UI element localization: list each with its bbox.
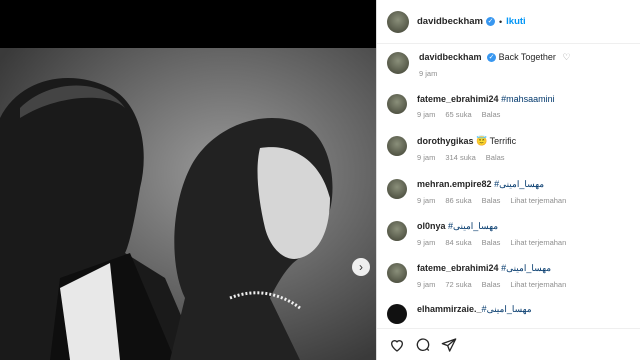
comment-username[interactable]: ol0nya <box>417 221 446 231</box>
reply-button[interactable]: Balas <box>482 238 501 247</box>
comment-icon[interactable] <box>413 335 433 355</box>
comment-likes[interactable]: 314 suka <box>445 153 475 162</box>
comment-text: 😇 Terrific <box>476 136 517 146</box>
heart-icon[interactable] <box>387 335 407 355</box>
caption-time: 9 jam <box>419 69 438 78</box>
avatar[interactable] <box>387 94 407 114</box>
comment-item: mehran.empire82 #مهسا_امینی 9 jam 86 suka… <box>387 179 576 205</box>
comment-item: fateme_ebrahimi24 #مهسا_امینی 9 jam 72 su… <box>387 263 576 289</box>
reply-button[interactable]: Balas <box>482 110 501 119</box>
verified-icon: ✓ <box>487 53 497 63</box>
comment-text[interactable]: #mahsaamini <box>501 94 555 104</box>
share-icon[interactable] <box>439 335 459 355</box>
comment-likes[interactable]: 84 suka <box>445 238 471 247</box>
comment-time: 9 jam <box>417 153 436 162</box>
comment-time: 9 jam <box>417 110 436 119</box>
post-actions-bar <box>377 328 640 360</box>
comment-username[interactable]: dorothygikas <box>417 136 474 146</box>
avatar[interactable] <box>387 179 407 199</box>
comment-likes[interactable]: 72 suka <box>445 280 471 289</box>
avatar[interactable] <box>387 136 407 156</box>
heart-icon[interactable]: ♡ <box>562 52 570 62</box>
comment-text[interactable]: #مهسا_امینی <box>448 221 498 231</box>
next-media-button[interactable]: › <box>352 258 370 276</box>
comment-text[interactable]: #مهسا_امینی <box>494 179 544 189</box>
follow-button[interactable]: Ikuti <box>506 16 526 27</box>
comment-text[interactable]: #مهسا_امینی <box>482 304 532 314</box>
post-photo[interactable]: › <box>0 48 376 360</box>
reply-button[interactable]: Balas <box>482 196 501 205</box>
post-author-username[interactable]: davidbeckham <box>417 16 483 27</box>
chevron-right-icon: › <box>359 260 363 274</box>
comment-likes[interactable]: 86 suka <box>445 196 471 205</box>
translate-link[interactable]: Lihat terjemahan <box>510 238 566 247</box>
caption-username[interactable]: davidbeckham <box>419 52 482 62</box>
comment-item: dorothygikas 😇 Terrific 9 jam 314 suka Bal… <box>387 136 516 162</box>
comment-username[interactable]: fateme_ebrahimi24 <box>417 263 499 273</box>
post-header: davidbeckham ✓ • Ikuti <box>377 0 640 44</box>
comment-likes[interactable]: 65 suka <box>445 110 471 119</box>
comment-item: elhammirzaie._#مهسا_امینی <box>387 304 532 324</box>
media-letterbox <box>0 0 376 48</box>
separator-dot: • <box>499 16 503 27</box>
reply-button[interactable]: Balas <box>486 153 505 162</box>
comment-time: 9 jam <box>417 196 436 205</box>
comment-time: 9 jam <box>417 238 436 247</box>
avatar[interactable] <box>387 304 407 324</box>
avatar[interactable] <box>387 221 407 241</box>
comment-text[interactable]: #مهسا_امینی <box>501 263 551 273</box>
photo-illustration <box>0 48 376 360</box>
comment-time: 9 jam <box>417 280 436 289</box>
comment-username[interactable]: elhammirzaie._ <box>417 304 482 314</box>
avatar[interactable] <box>387 52 409 74</box>
post-media-area: › <box>0 0 376 360</box>
post-side-panel: davidbeckham ✓ • Ikuti davidbeckham ✓ Ba… <box>376 0 640 360</box>
translate-link[interactable]: Lihat terjemahan <box>510 196 566 205</box>
translate-link[interactable]: Lihat terjemahan <box>510 280 566 289</box>
comment-username[interactable]: fateme_ebrahimi24 <box>417 94 499 104</box>
verified-icon: ✓ <box>486 17 495 26</box>
post-caption: davidbeckham ✓ Back Together ♡ 9 jam <box>387 52 571 78</box>
comment-item: fateme_ebrahimi24 #mahsaamini 9 jam 65 su… <box>387 94 555 119</box>
comment-item: ol0nya #مهسا_امینی 9 jam 84 suka Balas Liha… <box>387 221 576 247</box>
avatar[interactable] <box>387 10 409 33</box>
caption-text: Back Together <box>498 52 556 62</box>
avatar[interactable] <box>387 263 407 283</box>
comment-username[interactable]: mehran.empire82 <box>417 179 492 189</box>
reply-button[interactable]: Balas <box>482 280 501 289</box>
